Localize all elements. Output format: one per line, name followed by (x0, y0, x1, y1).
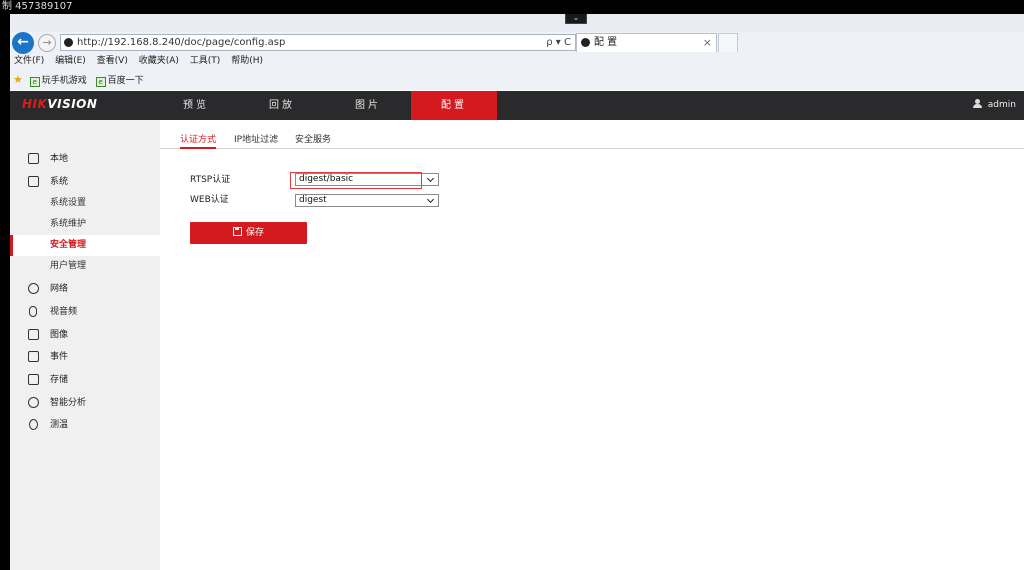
storage-icon (28, 374, 39, 385)
menu-view[interactable]: 查看(V) (97, 56, 128, 66)
chevron-down-icon (426, 195, 436, 206)
system-icon (28, 176, 39, 187)
page-icon: e (95, 77, 106, 87)
favorites-star-icon[interactable]: ★ (13, 73, 23, 86)
favorites-bar: ★ e 玩手机游戏 e 百度一下 (10, 71, 1024, 88)
app-header: HIKVISION 预览 回放 图片 配置 admin (10, 91, 1024, 120)
sidebar-sub-system-maintenance[interactable]: 系统维护 (10, 214, 160, 235)
sidebar-item-storage[interactable]: 存储 (10, 369, 160, 391)
web-auth-label: WEB认证 (190, 195, 229, 205)
menu-favorites[interactable]: 收藏夹(A) (139, 56, 179, 66)
sidebar-item-thermometry[interactable]: 测温 (10, 414, 160, 436)
nav-configuration[interactable]: 配置 (411, 91, 497, 120)
remote-label: 制 457389107 (2, 1, 73, 12)
nav-picture[interactable]: 图片 (325, 91, 411, 120)
page-icon: e (29, 77, 40, 87)
sidebar-item-image[interactable]: 图像 (10, 324, 160, 346)
user-icon (972, 99, 982, 108)
tab-security-service[interactable]: 安全服务 (295, 134, 331, 149)
back-arrow-icon[interactable]: ← (12, 32, 34, 54)
menu-tools[interactable]: 工具(T) (190, 56, 221, 66)
site-favicon-icon (64, 38, 73, 47)
username: admin (987, 100, 1016, 110)
remote-overlay-bar: 制 457389107 (0, 0, 1024, 14)
menu-edit[interactable]: 编辑(E) (55, 56, 86, 66)
forward-arrow-icon[interactable]: → (38, 34, 56, 52)
tab-ip-filter[interactable]: IP地址过滤 (234, 134, 278, 149)
sidebar: 本地 系统 系统设置 系统维护 安全管理 用户管理 网络 视音频 图像 事件 存… (10, 120, 160, 570)
new-tab-button[interactable] (718, 33, 738, 52)
thermometer-icon (29, 419, 38, 430)
rtsp-auth-label: RTSP认证 (190, 175, 231, 185)
tab-strip (10, 14, 1024, 32)
browser-chrome: ← → http://192.168.8.240/doc/page/config… (10, 14, 1024, 90)
tab-title: 配 置 (594, 37, 618, 48)
tab-favicon-icon (581, 38, 590, 47)
menu-help[interactable]: 帮助(H) (231, 56, 263, 66)
save-button[interactable]: 保存 (190, 222, 307, 244)
close-icon[interactable]: × (703, 36, 712, 49)
browser-window: ← → http://192.168.8.240/doc/page/config… (10, 14, 1024, 570)
web-auth-select[interactable]: digest (295, 194, 439, 207)
sidebar-item-video-audio[interactable]: 视音频 (10, 301, 160, 323)
search-refresh-icon[interactable]: ρ ▾ C (546, 36, 571, 50)
sidebar-sub-security[interactable]: 安全管理 (10, 235, 160, 256)
network-icon (28, 283, 39, 294)
image-icon (28, 329, 39, 340)
favorite-link-baidu[interactable]: e 百度一下 (95, 76, 144, 87)
menu-bar: 文件(F) 编辑(E) 查看(V) 收藏夹(A) 工具(T) 帮助(H) (10, 54, 1024, 69)
save-icon (232, 227, 242, 236)
collapse-toolbar-button[interactable]: ⌄ (565, 14, 587, 24)
web-auth-value: digest (299, 195, 327, 205)
sidebar-item-event[interactable]: 事件 (10, 346, 160, 368)
sidebar-sub-user-management[interactable]: 用户管理 (10, 256, 160, 277)
sidebar-item-system[interactable]: 系统 (10, 171, 160, 193)
sidebar-sub-system-settings[interactable]: 系统设置 (10, 193, 160, 214)
sidebar-item-local[interactable]: 本地 (10, 148, 160, 170)
address-bar[interactable]: http://192.168.8.240/doc/page/config.asp… (60, 34, 576, 51)
favorite-link-game[interactable]: e 玩手机游戏 (29, 76, 90, 87)
sub-tab-bar: 认证方式 IP地址过滤 安全服务 (160, 134, 1024, 149)
chevron-down-icon (426, 174, 436, 185)
sidebar-item-network[interactable]: 网络 (10, 278, 160, 300)
calendar-icon (28, 351, 39, 362)
nav-playback[interactable]: 回放 (239, 91, 325, 120)
user-menu[interactable]: admin (972, 91, 1016, 120)
main-content: 认证方式 IP地址过滤 安全服务 RTSP认证 digest/basic WEB… (160, 120, 1024, 570)
menu-file[interactable]: 文件(F) (14, 56, 44, 66)
address-url[interactable]: http://192.168.8.240/doc/page/config.asp (77, 36, 285, 50)
monitor-icon (28, 153, 39, 164)
sidebar-item-smart-analysis[interactable]: 智能分析 (10, 392, 160, 414)
tab-authentication[interactable]: 认证方式 (180, 134, 217, 149)
rtsp-highlight-box (290, 172, 422, 189)
smart-analysis-icon (28, 397, 39, 408)
nav-preview[interactable]: 预览 (153, 91, 239, 120)
microphone-icon (29, 306, 37, 317)
hikvision-logo: HIKVISION (22, 97, 98, 111)
browser-tab-config[interactable]: 配 置 × (576, 33, 717, 52)
